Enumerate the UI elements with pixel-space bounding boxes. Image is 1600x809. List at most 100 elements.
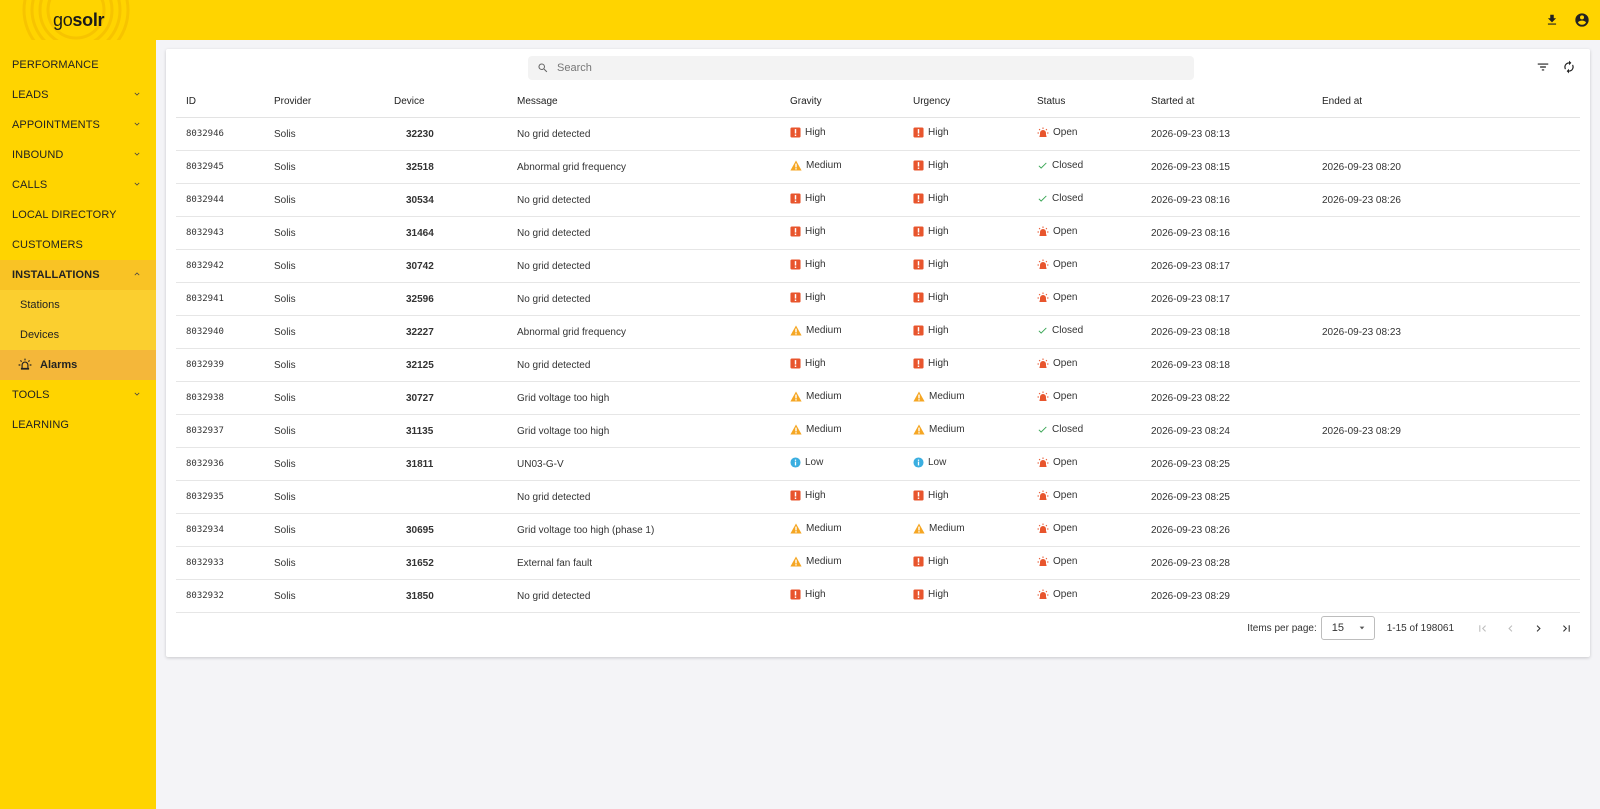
- table-row[interactable]: 8032937 Solis 31135 Grid voltage too high Me…: [176, 414, 1580, 448]
- sidebar-subitem-devices[interactable]: Devices: [0, 320, 156, 350]
- last-page-button[interactable]: [1552, 616, 1580, 640]
- cell-device: 31652: [394, 546, 517, 580]
- items-per-page-select[interactable]: 15: [1320, 616, 1375, 640]
- low-level-icon: [790, 457, 801, 468]
- sidebar-item-learning[interactable]: LEARNING: [0, 410, 156, 440]
- first-page-button[interactable]: [1468, 616, 1496, 640]
- search-bar: [528, 56, 1194, 80]
- cell-status: Open: [1037, 381, 1151, 415]
- table-row[interactable]: 8032939 Solis 32125 No grid detected High Hig…: [176, 348, 1580, 382]
- urgency-label: High: [928, 589, 949, 600]
- refresh-button[interactable]: [1560, 58, 1578, 76]
- cell-device: 32227: [394, 315, 517, 349]
- status-label: Open: [1053, 292, 1078, 303]
- sidebar-item-local-directory[interactable]: LOCAL DIRECTORY: [0, 200, 156, 230]
- filter-icon: [1537, 63, 1549, 71]
- sidebar-item-leads[interactable]: LEADS: [0, 80, 156, 110]
- logo[interactable]: gosolr: [0, 0, 156, 40]
- filter-button[interactable]: [1534, 58, 1552, 76]
- gravity-label: Medium: [806, 160, 842, 171]
- sidebar-item-label: CUSTOMERS: [12, 239, 83, 251]
- cell-ended-at: [1322, 282, 1580, 316]
- gravity-label: Medium: [806, 325, 842, 336]
- table-row[interactable]: 8032941 Solis 32596 No grid detected High Hig…: [176, 282, 1580, 316]
- cell-provider: Solis: [274, 414, 394, 448]
- cell-device: 30695: [394, 513, 517, 547]
- status-badge: Open: [1037, 259, 1077, 271]
- cell-ended-at: [1322, 117, 1580, 151]
- alarm-light-icon: [1037, 292, 1049, 304]
- cell-status: Closed: [1037, 315, 1151, 349]
- cell-urgency: High: [913, 579, 1037, 613]
- account-button[interactable]: [1572, 10, 1592, 30]
- cell-id: 8032934: [176, 513, 274, 547]
- sidebar-subitem-alarms[interactable]: Alarms: [0, 350, 156, 380]
- sidebar-subitem-stations[interactable]: Stations: [0, 290, 156, 320]
- cell-gravity: Medium: [790, 150, 913, 184]
- sidebar-item-calls[interactable]: CALLS: [0, 170, 156, 200]
- previous-page-button[interactable]: [1496, 616, 1524, 640]
- logo-text: gosolr: [53, 10, 105, 31]
- column-header-gravity[interactable]: Gravity: [790, 91, 913, 118]
- column-header-provider[interactable]: Provider: [274, 91, 394, 118]
- download-button[interactable]: [1542, 10, 1562, 30]
- table-row[interactable]: 8032943 Solis 31464 No grid detected High Hig…: [176, 216, 1580, 250]
- table-row[interactable]: 8032942 Solis 30742 No grid detected High Hig…: [176, 249, 1580, 283]
- column-header-message[interactable]: Message: [517, 91, 790, 118]
- column-header-ended-at[interactable]: Ended at: [1322, 91, 1580, 118]
- sidebar-item-installations[interactable]: INSTALLATIONS: [0, 260, 156, 290]
- cell-started-at: 2026-09-23 08:29: [1151, 579, 1322, 613]
- column-header-device[interactable]: Device: [394, 91, 517, 118]
- column-header-started-at[interactable]: Started at: [1151, 91, 1322, 118]
- urgency-badge: High: [913, 325, 949, 336]
- sidebar-item-inbound[interactable]: INBOUND: [0, 140, 156, 170]
- cell-device: 32596: [394, 282, 517, 316]
- cell-started-at: 2026-09-23 08:16: [1151, 183, 1322, 217]
- status-badge: Open: [1037, 490, 1077, 502]
- table-row[interactable]: 8032940 Solis 32227 Abnormal grid frequency…: [176, 315, 1580, 349]
- high-level-icon: [913, 226, 924, 237]
- cell-id: 8032941: [176, 282, 274, 316]
- gravity-label: High: [805, 127, 826, 138]
- table-row[interactable]: 8032936 Solis 31811 UN03-G-V Low Low Open 2026-…: [176, 447, 1580, 481]
- column-header-id[interactable]: ID: [176, 91, 274, 118]
- cell-status: Open: [1037, 579, 1151, 613]
- cell-device: 31850: [394, 579, 517, 613]
- sidebar-item-label: CALLS: [12, 179, 48, 191]
- status-badge: Closed: [1037, 325, 1083, 336]
- urgency-label: High: [928, 358, 949, 369]
- urgency-label: High: [928, 193, 949, 204]
- cell-started-at: 2026-09-23 08:25: [1151, 447, 1322, 481]
- high-level-icon: [913, 589, 924, 600]
- table-row[interactable]: 8032944 Solis 30534 No grid detected High Hig…: [176, 183, 1580, 217]
- cell-started-at: 2026-09-23 08:18: [1151, 315, 1322, 349]
- table-row[interactable]: 8032934 Solis 30695 Grid voltage too high (…: [176, 513, 1580, 547]
- table-row[interactable]: 8032938 Solis 30727 Grid voltage too high Me…: [176, 381, 1580, 415]
- cell-urgency: High: [913, 249, 1037, 283]
- cell-ended-at: 2026-09-23 08:23: [1322, 315, 1580, 349]
- sidebar-item-appointments[interactable]: APPOINTMENTS: [0, 110, 156, 140]
- table-row[interactable]: 8032933 Solis 31652 External fan fault Mediu…: [176, 546, 1580, 580]
- urgency-label: High: [928, 160, 949, 171]
- table-row[interactable]: 8032932 Solis 31850 No grid detected High Hig…: [176, 579, 1580, 613]
- sidebar-item-tools[interactable]: TOOLS: [0, 380, 156, 410]
- table-row[interactable]: 8032945 Solis 32518 Abnormal grid frequency…: [176, 150, 1580, 184]
- medium-level-icon: [790, 523, 802, 534]
- table-row[interactable]: 8032935 Solis No grid detected High High Open…: [176, 480, 1580, 514]
- cell-urgency: Low: [913, 447, 1037, 481]
- cell-provider: Solis: [274, 546, 394, 580]
- sidebar-item-customers[interactable]: CUSTOMERS: [0, 230, 156, 260]
- table-row[interactable]: 8032946 Solis 32230 No grid detected High Hig…: [176, 117, 1580, 151]
- next-page-button[interactable]: [1524, 616, 1552, 640]
- status-badge: Closed: [1037, 160, 1083, 171]
- column-header-status[interactable]: Status: [1037, 91, 1151, 118]
- status-label: Open: [1053, 556, 1078, 567]
- column-header-urgency[interactable]: Urgency: [913, 91, 1037, 118]
- search-input[interactable]: [555, 61, 1159, 75]
- cell-provider: Solis: [274, 249, 394, 283]
- status-badge: Open: [1037, 226, 1077, 238]
- gravity-label: Medium: [806, 523, 842, 534]
- top-bar: gosolr: [0, 0, 1600, 40]
- chevron-right-icon: [1536, 624, 1541, 632]
- sidebar-item-performance[interactable]: PERFORMANCE: [0, 50, 156, 80]
